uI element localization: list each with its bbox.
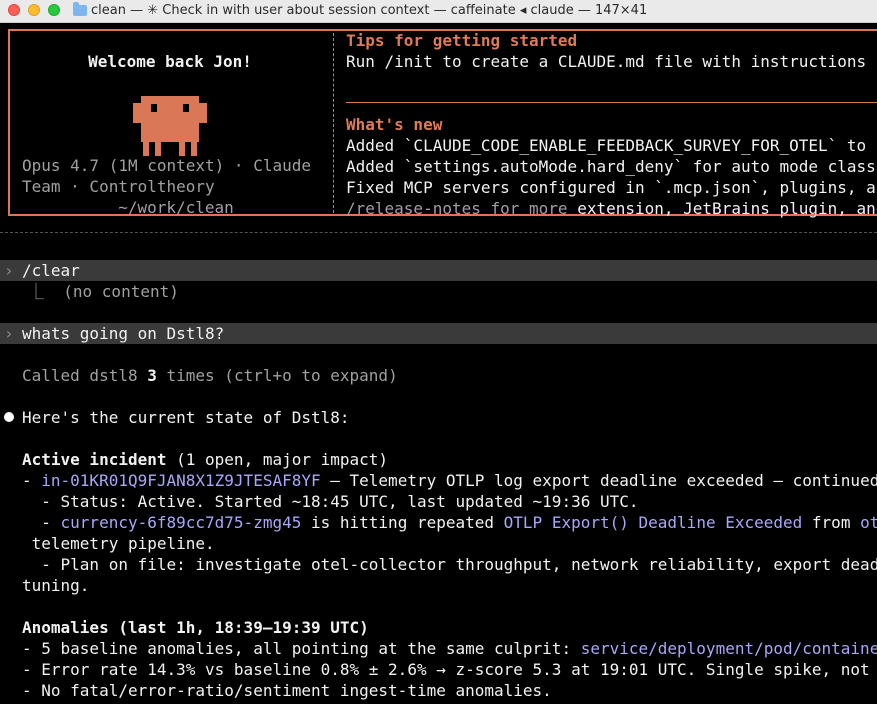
incident-heading: Active incident xyxy=(22,450,167,469)
tool-call-summary[interactable]: Called dstl8 3 times (ctrl+o to expand) xyxy=(22,365,877,386)
window-title: clean — ✳ Check in with user about sessi… xyxy=(91,3,648,18)
prompt-text: whats going on Dstl8? xyxy=(22,324,225,343)
transcript-separator xyxy=(0,232,877,233)
working-directory: ~/work/clean xyxy=(118,198,234,217)
release-notes-tail: extension, JetBrains plugin, and xyxy=(567,199,877,218)
window-titlebar: clean — ✳ Check in with user about sessi… xyxy=(0,0,877,23)
welcome-greeting: Welcome back Jon! xyxy=(88,52,252,71)
minimize-window-button[interactable] xyxy=(28,4,40,16)
whats-new-heading: What's new xyxy=(346,115,443,134)
incident-status: - Status: Active. Started ~18:45 UTC, la… xyxy=(22,492,639,511)
response-bullet-icon xyxy=(4,412,14,422)
folder-icon xyxy=(73,2,87,16)
whats-new-item: Added `settings.autoMode.hard_deny` for … xyxy=(346,157,877,176)
terminal-content[interactable]: Welcome back Jon! Opus 4.7 (1M context) … xyxy=(0,23,877,704)
user-prompt-question[interactable]: › whats going on Dstl8? xyxy=(0,323,877,344)
incident-id-link[interactable]: in-01KR01Q9FJAN8X1Z9JTESAF8YF xyxy=(41,471,320,490)
release-notes-line: /release-notes for more extension, JetBr… xyxy=(346,198,877,219)
response-intro: Here's the current state of Dstl8: xyxy=(22,408,350,427)
incident-heading-line: Active incident (1 open, major impact) xyxy=(22,450,389,469)
anomaly-item: - No fatal/error-ratio/sentiment ingest-… xyxy=(22,681,552,700)
tuning-line: tuning. xyxy=(22,576,90,595)
collector-link[interactable]: otl xyxy=(860,513,877,532)
zoom-window-button[interactable] xyxy=(48,4,60,16)
tool-call-count: 3 xyxy=(147,366,157,385)
model-info: Opus 4.7 (1M context) · Claude xyxy=(22,156,311,175)
incident-line: - in-01KR01Q9FJAN8X1Z9JTESAF8YF — Teleme… xyxy=(22,471,877,490)
whats-new-item: Fixed MCP servers configured in `.mcp.js… xyxy=(346,178,877,197)
section-divider xyxy=(346,102,877,103)
plan-line: - Plan on file: investigate otel-collect… xyxy=(22,555,877,574)
anomaly-item: - Error rate 14.3% vs baseline 0.8% ± 2.… xyxy=(22,660,877,679)
incident-service-line: - currency-6f89cc7d75-zmg45 is hitting r… xyxy=(22,512,877,533)
command-result: ⎿ (no content) xyxy=(28,282,179,301)
prompt-chevron-icon: › xyxy=(4,261,14,280)
anomaly-link[interactable]: service/deployment/pod/container xyxy=(581,639,877,658)
tips-line: Run /init to create a CLAUDE.md file wit… xyxy=(346,52,877,71)
error-link[interactable]: OTLP Export() Deadline Exceeded xyxy=(504,513,803,532)
whats-new-item: Added `CLAUDE_CODE_ENABLE_FEEDBACK_SURVE… xyxy=(346,136,877,155)
anomalies-heading: Anomalies (last 1h, 18:39–19:39 UTC) xyxy=(22,618,369,637)
anomaly-item: - 5 baseline anomalies, all pointing at … xyxy=(22,638,877,659)
tips-heading: Tips for getting started xyxy=(346,31,578,50)
service-link[interactable]: currency-6f89cc7d75-zmg45 xyxy=(61,513,302,532)
team-info: Team · Controltheory xyxy=(22,177,215,196)
user-prompt-clear[interactable]: › /clear xyxy=(0,260,877,281)
release-notes-command[interactable]: /release-notes for more xyxy=(346,199,568,218)
close-window-button[interactable] xyxy=(8,4,20,16)
pipeline-line: telemetry pipeline. xyxy=(22,534,215,553)
prompt-text: /clear xyxy=(22,261,80,280)
claude-mascot-icon xyxy=(133,96,207,156)
prompt-chevron-icon: › xyxy=(4,324,14,343)
